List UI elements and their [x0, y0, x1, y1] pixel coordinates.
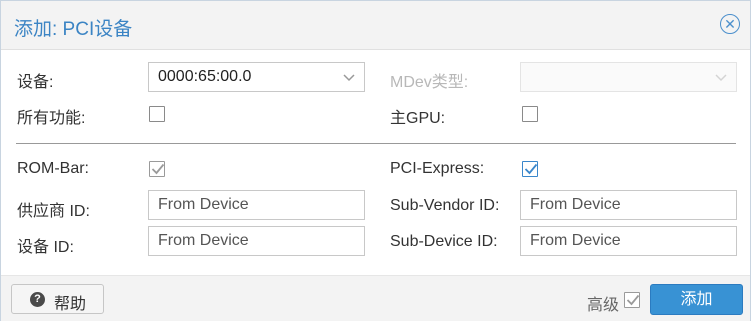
pci-express-checkbox[interactable] [522, 161, 538, 177]
dialog-title: 添加: PCI设备 [14, 19, 133, 40]
checkmark-icon [626, 294, 640, 306]
checkmark-icon [151, 163, 165, 175]
question-circle-icon: ? [30, 292, 45, 307]
add-button[interactable]: 添加 [650, 284, 743, 315]
chevron-down-icon [715, 74, 727, 82]
mdev-type-label: MDev类型: [390, 74, 469, 91]
rom-bar-checkbox[interactable] [149, 161, 165, 177]
sub-vendor-id-input[interactable] [520, 190, 737, 220]
sub-vendor-id-label: Sub-Vendor ID: [390, 197, 500, 214]
advanced-checkbox[interactable] [624, 292, 640, 308]
vendor-id-input[interactable] [148, 190, 365, 220]
primary-gpu-checkbox[interactable] [522, 106, 538, 122]
pci-express-label: PCI-Express: [390, 160, 485, 177]
chevron-down-icon [343, 74, 355, 82]
sub-device-id-label: Sub-Device ID: [390, 233, 498, 250]
device-select[interactable]: 0000:65:00.0 [148, 62, 365, 92]
close-icon[interactable]: ✕ [720, 14, 740, 34]
advanced-label: 高级 [587, 297, 620, 314]
add-pci-device-dialog: 添加: PCI设备 ✕ 设备: 0000:65:00.0 MDev类型: 所有功… [0, 0, 751, 321]
dialog-titlebar: 添加: PCI设备 ✕ [1, 1, 750, 50]
device-select-value: 0000:65:00.0 [158, 68, 252, 85]
checkmark-icon [524, 163, 538, 175]
all-functions-checkbox[interactable] [149, 106, 165, 122]
rom-bar-label: ROM-Bar: [17, 160, 89, 177]
device-label: 设备: [17, 74, 54, 91]
mdev-type-select[interactable] [520, 62, 737, 92]
sub-device-id-input[interactable] [520, 226, 737, 256]
vendor-id-label: 供应商 ID: [17, 203, 90, 220]
help-button[interactable]: ? 帮助 [11, 284, 104, 314]
section-divider [16, 143, 736, 144]
device-id-label: 设备 ID: [17, 239, 74, 256]
help-button-label: 帮助 [54, 296, 87, 313]
primary-gpu-label: 主GPU: [390, 110, 446, 127]
dialog-footer: ? 帮助 高级 添加 [1, 275, 750, 321]
all-functions-label: 所有功能: [17, 110, 86, 127]
device-id-input[interactable] [148, 226, 365, 256]
